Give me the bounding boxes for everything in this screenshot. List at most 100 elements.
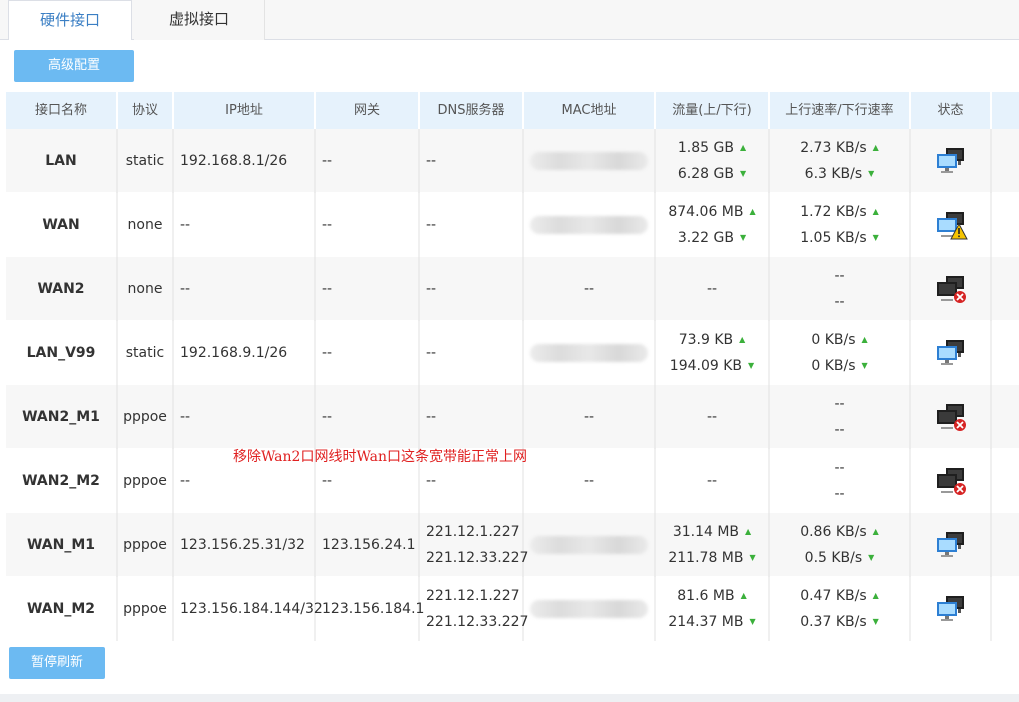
arrow-up-icon: ▲ bbox=[749, 207, 756, 216]
status-cell bbox=[911, 257, 992, 321]
interface-name: WAN2 bbox=[6, 257, 118, 321]
interface-name: LAN_V99 bbox=[6, 321, 118, 385]
traffic-cell: -- bbox=[656, 257, 770, 321]
dns-cell: -- bbox=[420, 193, 524, 257]
extra-cell bbox=[992, 385, 1019, 449]
table-row: LAN_V99 static 192.168.9.1/26 -- -- 73.9 KB ▲ 1… bbox=[6, 321, 1019, 385]
arrow-down-icon: ▼ bbox=[868, 553, 875, 562]
dns-cell: -- bbox=[420, 257, 524, 321]
traffic-cell: -- bbox=[656, 449, 770, 513]
rate-down: 1.05 KB/s ▼ bbox=[800, 225, 879, 251]
rate-down: 0 KB/s ▼ bbox=[811, 353, 867, 379]
ip-address-cell: -- bbox=[174, 385, 316, 449]
network-connected-icon bbox=[934, 338, 968, 368]
traffic-down: 214.37 MB ▼ bbox=[668, 609, 755, 635]
rate-up: -- bbox=[834, 455, 844, 481]
gateway-cell: -- bbox=[316, 193, 420, 257]
table-row: LAN static 192.168.8.1/26 -- -- 1.85 GB ▲ 6.28 … bbox=[6, 129, 1019, 193]
extra-cell bbox=[992, 513, 1019, 577]
rate-up: 2.73 KB/s ▲ bbox=[800, 135, 879, 161]
rate-down: -- bbox=[834, 289, 844, 315]
mac-redacted bbox=[530, 344, 648, 362]
rate-down: 6.3 KB/s ▼ bbox=[805, 161, 875, 187]
rate-down: 0.5 KB/s ▼ bbox=[805, 545, 875, 571]
traffic-cell: 31.14 MB ▲ 211.78 MB ▼ bbox=[656, 513, 770, 577]
rate-up-value: 2.73 KB/s bbox=[800, 140, 867, 156]
dns-primary: 221.12.1.227 bbox=[426, 588, 520, 604]
arrow-up-icon: ▲ bbox=[739, 143, 747, 152]
arrow-down-icon: ▼ bbox=[748, 361, 755, 370]
network-warning-icon bbox=[934, 210, 968, 240]
col-header-traffic: 流量(上/下行) bbox=[656, 92, 770, 129]
tab-bar: 硬件接口 虚拟接口 bbox=[0, 0, 1019, 41]
rate-up: 0 KB/s ▲ bbox=[811, 327, 867, 353]
gateway-cell: -- bbox=[316, 257, 420, 321]
status-cell bbox=[911, 385, 992, 449]
traffic-down-value: 194.09 KB bbox=[669, 358, 743, 374]
col-header-name: 接口名称 bbox=[6, 92, 118, 129]
arrow-up-icon: ▲ bbox=[739, 335, 746, 344]
tab-virtual-interfaces[interactable]: 虚拟接口 bbox=[134, 0, 265, 40]
col-header-gateway: 网关 bbox=[316, 92, 420, 129]
status-cell bbox=[911, 577, 992, 641]
arrow-down-icon: ▼ bbox=[868, 169, 875, 178]
arrow-up-icon: ▲ bbox=[740, 591, 747, 600]
table-row: WAN2 none -- -- -- -- -- -- -- bbox=[6, 257, 1019, 321]
network-connected-icon bbox=[934, 530, 968, 560]
status-cell bbox=[911, 513, 992, 577]
mac-redacted bbox=[530, 536, 648, 554]
rate-up: 0.47 KB/s ▲ bbox=[800, 583, 879, 609]
traffic-down-value: 211.78 MB bbox=[668, 550, 744, 566]
extra-cell bbox=[992, 449, 1019, 513]
rate-up-value: 0.47 KB/s bbox=[800, 588, 867, 604]
rate-cell: 1.72 KB/s ▲ 1.05 KB/s ▼ bbox=[770, 193, 911, 257]
protocol-cell: pppoe bbox=[118, 449, 174, 513]
mac-address-cell bbox=[524, 577, 656, 641]
col-header-ip: IP地址 bbox=[174, 92, 316, 129]
tab-hardware-interfaces[interactable]: 硬件接口 bbox=[8, 0, 132, 41]
traffic-down-value: 214.37 MB bbox=[668, 614, 744, 630]
arrow-up-icon: ▲ bbox=[872, 591, 879, 600]
traffic-cell: -- bbox=[656, 385, 770, 449]
mac-redacted bbox=[530, 152, 648, 170]
traffic-up-value: 81.6 MB bbox=[677, 588, 735, 604]
rate-down-value: 6.3 KB/s bbox=[804, 166, 863, 182]
traffic-cell: 1.85 GB ▲ 6.28 GB ▼ bbox=[656, 129, 770, 193]
rate-up-value: 0 KB/s bbox=[811, 332, 856, 348]
dns-cell: 221.12.1.227 221.12.33.227 bbox=[420, 577, 528, 641]
protocol-cell: none bbox=[118, 257, 174, 321]
traffic-cell: 81.6 MB ▲ 214.37 MB ▼ bbox=[656, 577, 770, 641]
pause-refresh-button[interactable]: 暂停刷新 bbox=[9, 647, 105, 679]
rate-down-value: -- bbox=[834, 486, 845, 502]
rate-down-value: 0 KB/s bbox=[811, 358, 856, 374]
col-header-status: 状态 bbox=[911, 92, 992, 129]
arrow-down-icon: ▼ bbox=[872, 233, 879, 242]
protocol-cell: static bbox=[118, 321, 174, 385]
rate-cell: 0.86 KB/s ▲ 0.5 KB/s ▼ bbox=[770, 513, 911, 577]
mac-address-cell: -- bbox=[524, 385, 656, 449]
dns-cell: -- bbox=[420, 321, 524, 385]
traffic-up: 31.14 MB ▲ bbox=[673, 519, 751, 545]
ip-address-cell: -- bbox=[174, 193, 316, 257]
col-header-protocol: 协议 bbox=[118, 92, 174, 129]
rate-up: -- bbox=[834, 263, 844, 289]
arrow-up-icon: ▲ bbox=[745, 527, 752, 536]
rate-up-value: 0.86 KB/s bbox=[800, 524, 867, 540]
traffic-down: 194.09 KB ▼ bbox=[670, 353, 754, 379]
traffic-up: 874.06 MB ▲ bbox=[668, 199, 755, 225]
advanced-config-button[interactable]: 高级配置 bbox=[14, 50, 134, 82]
traffic-down: 3.22 GB ▼ bbox=[678, 225, 746, 251]
dns-cell: 221.12.1.227 221.12.33.227 bbox=[420, 513, 528, 577]
rate-up: 0.86 KB/s ▲ bbox=[800, 519, 879, 545]
gateway-cell: 123.156.184.1 bbox=[316, 577, 424, 641]
col-header-rate: 上行速率/下行速率 bbox=[770, 92, 911, 129]
extra-cell bbox=[992, 129, 1019, 193]
traffic-up: 1.85 GB ▲ bbox=[678, 135, 746, 161]
interface-name: WAN_M1 bbox=[6, 513, 118, 577]
arrow-down-icon: ▼ bbox=[872, 617, 879, 626]
arrow-up-icon: ▲ bbox=[861, 335, 868, 344]
gateway-cell: -- bbox=[316, 321, 420, 385]
col-header-mac: MAC地址 bbox=[524, 92, 656, 129]
traffic-cell: 73.9 KB ▲ 194.09 KB ▼ bbox=[656, 321, 770, 385]
rate-cell: -- -- bbox=[770, 449, 911, 513]
